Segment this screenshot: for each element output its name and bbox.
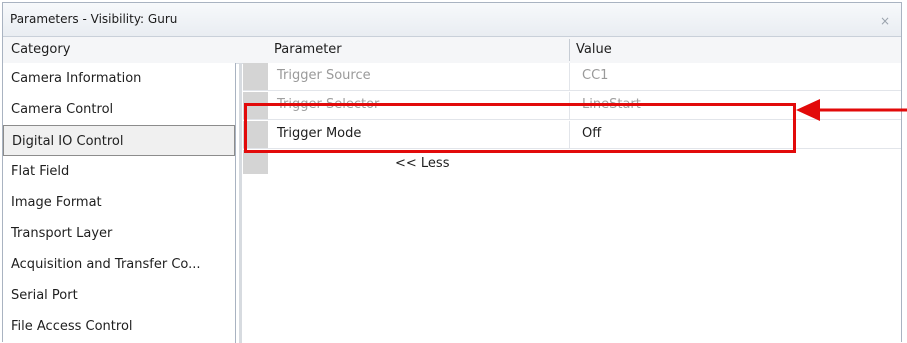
parameter-name: Trigger Mode <box>277 126 362 141</box>
row-gutter <box>243 150 268 174</box>
parameter-name: Trigger Source <box>277 68 371 83</box>
column-separator <box>569 92 570 119</box>
category-item[interactable]: Acquisition and Transfer Co... <box>3 249 235 280</box>
header-separator[interactable] <box>569 39 570 61</box>
column-header-row: Category Parameter Value <box>3 37 901 64</box>
parameter-value[interactable]: LineStart <box>582 97 641 112</box>
parameter-value[interactable]: Off <box>582 126 601 141</box>
category-item[interactable]: File Access Control <box>3 311 235 342</box>
less-link[interactable]: << Less <box>395 156 449 171</box>
category-item[interactable]: Image Format <box>3 187 235 218</box>
category-item[interactable]: Camera Information <box>3 63 235 94</box>
row-gutter <box>243 121 268 148</box>
parameters-window: Parameters - Visibility: Guru × Category… <box>2 2 902 343</box>
category-item[interactable]: Camera Control <box>3 94 235 125</box>
title-bar: Parameters - Visibility: Guru × <box>3 3 901 37</box>
close-icon[interactable]: × <box>877 13 893 29</box>
category-item[interactable]: Transport Layer <box>3 218 235 249</box>
category-list: Camera Information Camera Control Digita… <box>3 63 236 343</box>
value-header[interactable]: Value <box>576 42 612 57</box>
parameter-row-trigger-selector[interactable]: Trigger Selector LineStart <box>243 92 901 120</box>
parameter-row-trigger-mode[interactable]: Trigger Mode Off <box>243 121 901 149</box>
category-item-selected[interactable]: Digital IO Control <box>3 125 235 156</box>
parameter-value[interactable]: CC1 <box>582 68 608 83</box>
column-separator <box>569 121 570 148</box>
window-title: Parameters - Visibility: Guru <box>10 12 178 26</box>
parameter-name: Trigger Selector <box>277 97 380 112</box>
parameter-grid: Trigger Source CC1 Trigger Selector Line… <box>243 63 901 343</box>
category-header: Category <box>11 42 71 57</box>
column-separator <box>569 63 570 90</box>
row-gutter <box>243 92 268 119</box>
parameter-row-trigger-source[interactable]: Trigger Source CC1 <box>243 63 901 91</box>
category-item[interactable]: Flat Field <box>3 156 235 187</box>
row-gutter <box>243 63 268 90</box>
parameter-header[interactable]: Parameter <box>274 42 342 57</box>
splitter-handle[interactable] <box>239 63 242 343</box>
category-item[interactable]: Serial Port <box>3 280 235 311</box>
